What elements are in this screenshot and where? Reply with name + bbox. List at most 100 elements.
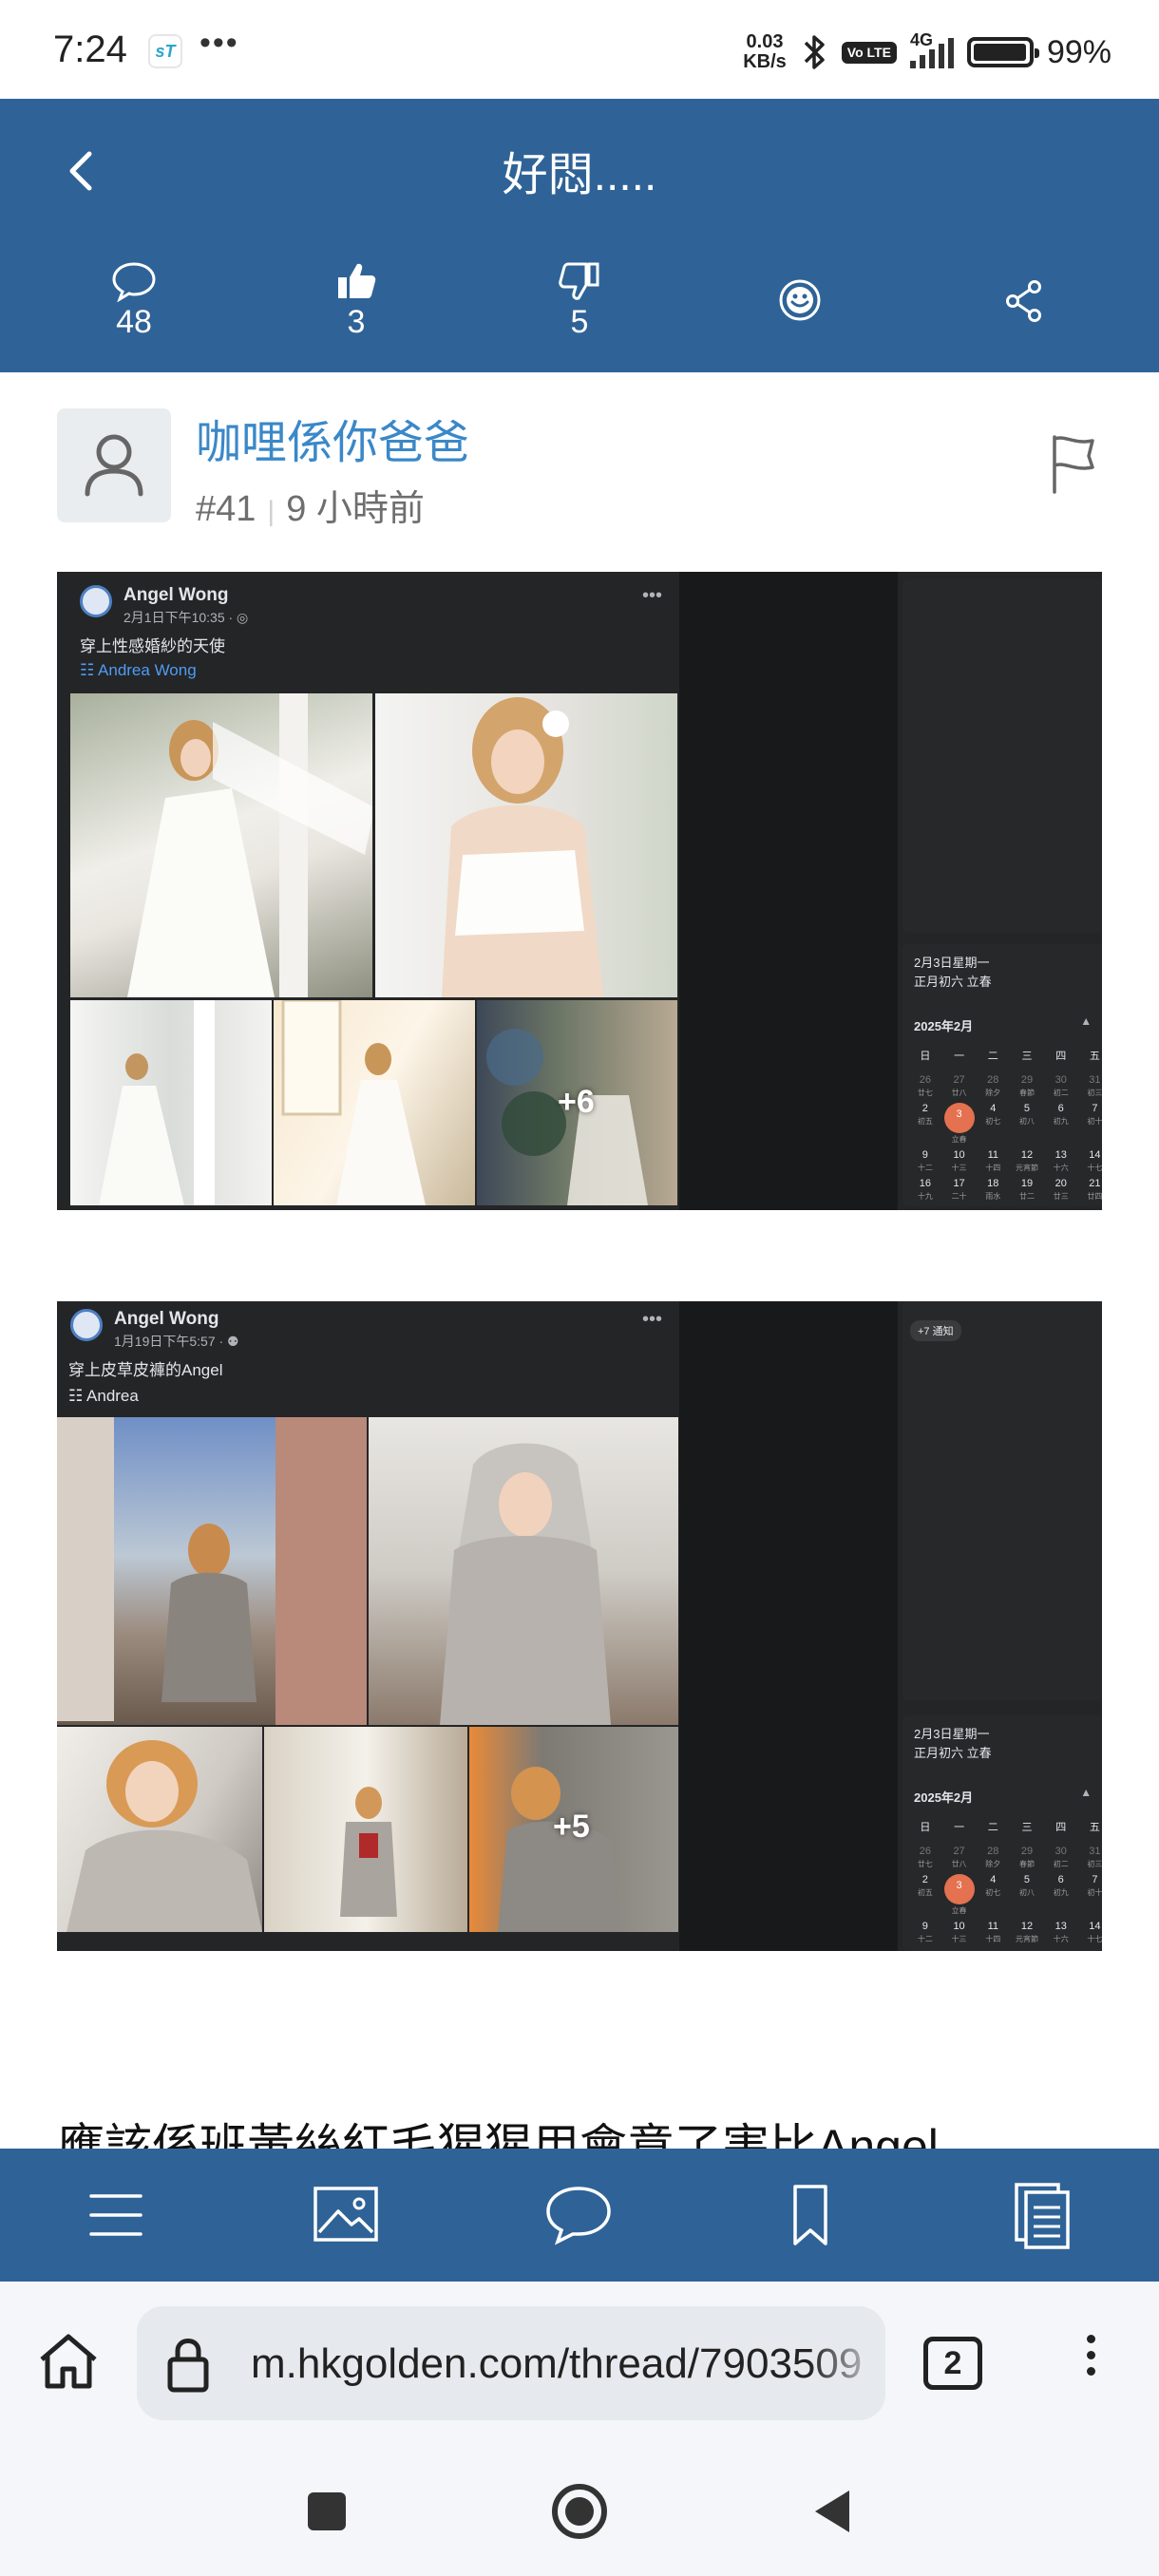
back-nav-icon[interactable] — [809, 2487, 853, 2536]
post-image-1[interactable]: Angel Wong 2月1日下午10:35 · ◎ ••• 穿上性感婚紗的天使… — [57, 572, 1102, 1210]
fb-date: 2月1日下午10:35 · ◎ — [124, 610, 249, 625]
calendar-day: 14 十七 — [1087, 1921, 1102, 1943]
battery-icon — [966, 37, 1039, 67]
fb-caption: 穿上皮草皮褲的Angel — [68, 1361, 223, 1379]
notification-chip: +7 通知 — [910, 1320, 961, 1341]
calendar-day: 6 初九 — [1053, 1103, 1069, 1126]
pages-icon[interactable] — [1005, 2181, 1081, 2249]
fb-sidebar-gap — [679, 572, 898, 1210]
photo — [369, 1417, 678, 1725]
calendar-header: 2月3日星期一 正月初六 立春 — [914, 954, 992, 992]
photo — [57, 1727, 262, 1932]
dislikes-count: 5 — [570, 304, 589, 340]
calendar-day: 30 初二 — [1053, 1846, 1069, 1868]
tab-switcher-button[interactable]: 2 — [923, 2337, 982, 2390]
calendar-lunar: 正月初六 立春 — [914, 975, 992, 989]
url-fade — [809, 2306, 885, 2420]
fb-more-icon: ••• — [642, 585, 663, 606]
cell-signal-icon: 4G — [909, 30, 954, 68]
volte-icon: Vo LTE — [841, 41, 897, 64]
calendar-day: 31 初三 — [1087, 1846, 1102, 1868]
fb-caption: 穿上性感婚紗的天使 — [80, 637, 225, 655]
fb-right-panel: +7 通知 — [902, 1301, 1102, 1700]
url-text[interactable]: m.hkgolden.com/thread/7903509 — [251, 2340, 862, 2388]
calendar-day: 20 廿三 — [1053, 1178, 1069, 1201]
reply-icon[interactable] — [541, 2181, 617, 2249]
calendar-weekday: 一 — [954, 1822, 965, 1833]
bride-figure-icon — [281, 1000, 426, 1205]
calendar-day: 5 初八 — [1018, 1874, 1035, 1897]
calendar-header: 2月3日星期一 正月初六 立春 — [914, 1725, 992, 1763]
calendar-day: 13 十六 — [1053, 1149, 1069, 1172]
user-icon — [85, 434, 143, 497]
calendar-lunar: 正月初六 立春 — [914, 1746, 992, 1760]
fb-sidebar-gap — [679, 1301, 898, 1951]
fb-reactions-bar — [57, 1934, 679, 1951]
post-image-2[interactable]: Angel Wong 1月19日下午5:57 · ⚉ ••• 穿上皮草皮褲的An… — [57, 1301, 1102, 1951]
fb-date: 1月19日下午5:57 · ⚉ — [114, 1334, 239, 1349]
author-name[interactable]: 咖哩係你爸爸 — [196, 405, 469, 471]
bride-figure-icon — [127, 693, 372, 997]
home-icon[interactable] — [36, 2331, 101, 2392]
photo — [375, 693, 677, 997]
calendar-weekday: 日 — [920, 1051, 931, 1062]
calendar-weekday: 三 — [1021, 1822, 1033, 1833]
status-time: 7:24 — [53, 28, 127, 70]
dislike-button[interactable]: 5 — [522, 260, 636, 341]
photo[interactable]: +6 — [477, 1000, 677, 1205]
comment-icon — [112, 262, 156, 302]
thread-header: 好悶..... 48 3 5 — [0, 99, 1159, 372]
calendar-day: 14 十七 — [1087, 1149, 1102, 1172]
like-button[interactable]: 3 — [299, 260, 413, 341]
network-type: 4G — [909, 30, 933, 49]
calendar-day: 7 初十 — [1087, 1103, 1102, 1126]
calendar-day: 29 春節 — [1018, 1074, 1035, 1097]
calendar-month: 2025年2月 — [914, 1790, 974, 1805]
photo — [274, 1000, 475, 1205]
photo — [264, 1727, 467, 1932]
browser-menu-button[interactable] — [1072, 2327, 1110, 2399]
fur-coat-figure-icon — [340, 1787, 397, 1917]
bookmark-icon[interactable] — [772, 2181, 848, 2249]
home-nav-icon[interactable] — [549, 2481, 610, 2542]
calendar-day: 3 立春 — [942, 1103, 977, 1146]
image-icon[interactable] — [308, 2181, 384, 2249]
bluetooth-icon — [804, 35, 825, 69]
calendar-arrows-icon: ▲▼ — [1080, 1014, 1102, 1028]
lock-icon — [167, 2339, 209, 2393]
calendar-day: 4 初七 — [985, 1103, 1001, 1126]
photo[interactable]: +5 — [469, 1727, 678, 1932]
report-flag-icon[interactable] — [1045, 433, 1102, 496]
fb-author: Angel Wong — [114, 1309, 219, 1329]
calendar-widget: 2月3日星期一 正月初六 立春 ⌄ 2025年2月 ▲▼ 日一二三四五六26廿七… — [902, 944, 1102, 1206]
calendar-grid: 日一二三四五六26廿七27廿八28除夕29春節30初二31初三1初四2初五3立春… — [908, 1822, 1102, 1945]
avatar[interactable] — [57, 408, 171, 522]
calendar-day: 13 十六 — [1053, 1921, 1069, 1943]
calendar-day: 11 十四 — [985, 1921, 1001, 1943]
fur-coat-figure-icon — [57, 1417, 367, 1725]
calendar-day: 26 廿七 — [917, 1074, 933, 1097]
calendar-day: 11 十四 — [985, 1149, 1001, 1172]
calendar-day: 2 初五 — [917, 1874, 933, 1897]
calendar-weekday: 四 — [1055, 1822, 1067, 1833]
fb-tag: ☷ Andrea Wong — [80, 661, 197, 679]
calendar-day: 27 廿八 — [951, 1846, 967, 1868]
recents-icon[interactable] — [306, 2491, 348, 2532]
calendar-day: 21 廿四 — [1087, 1178, 1102, 1201]
replies-stat[interactable]: 48 — [77, 260, 191, 341]
calendar-day: 28 除夕 — [985, 1846, 1001, 1868]
battery-percent: 99% — [1046, 33, 1112, 70]
notification-app-icon: sT — [148, 34, 182, 68]
emoji-reaction-icon[interactable] — [777, 277, 823, 323]
share-icon[interactable] — [1003, 279, 1045, 323]
calendar-weekday: 五 — [1089, 1051, 1100, 1062]
thumbs-down-icon — [559, 262, 599, 300]
calendar-day: 17 二十 — [951, 1178, 967, 1201]
menu-icon[interactable] — [78, 2181, 154, 2249]
url-bar[interactable]: m.hkgolden.com/thread/7903509 — [137, 2306, 885, 2420]
more-notifications-icon: ••• — [200, 25, 239, 61]
calendar-weekday: 四 — [1055, 1051, 1067, 1062]
calendar-day: 10 十三 — [951, 1149, 967, 1172]
fb-right-panel — [902, 579, 1102, 933]
calendar-weekday: 日 — [920, 1822, 931, 1833]
